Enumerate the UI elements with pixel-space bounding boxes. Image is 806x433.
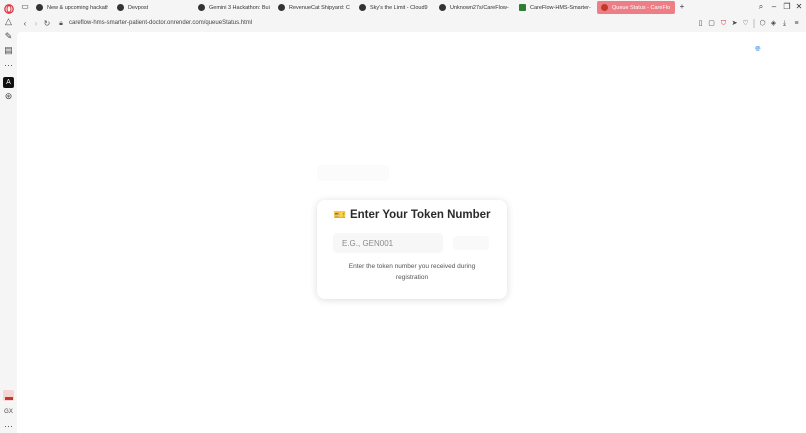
devpost-favicon-icon (359, 4, 366, 11)
careflow-favicon-icon (601, 4, 608, 11)
download-icon[interactable]: ⤓ (780, 19, 789, 28)
restore-icon[interactable]: ❐ (782, 2, 792, 12)
site-info-icon[interactable]: 🔒︎ (56, 18, 66, 29)
translate-globe-icon[interactable]: 🌐︎ (755, 46, 761, 54)
tab-revenuecat[interactable]: RevenueCat Shipyard: Cr (278, 1, 350, 14)
devpost-favicon-icon (278, 4, 285, 11)
tab-cloud9[interactable]: Sky's the Limit - Cloud9 (359, 1, 431, 14)
new-tab-icon[interactable]: + (677, 2, 687, 12)
toolbar-divider (753, 19, 755, 28)
tab-gemini-hackathon[interactable]: Gemini 3 Hackathon: Bui (198, 1, 270, 14)
faded-header-pill (317, 165, 389, 181)
ticket-icon: 🎫 (333, 210, 346, 221)
token-entry-card: 🎫Enter Your Token Number Enter the token… (317, 200, 507, 299)
heart-icon[interactable]: ♡ (741, 19, 750, 28)
paint-icon[interactable]: ✎ (3, 31, 14, 42)
browser-sidebar: △ ✎ ▤ ··· A ⊛ GX ··· (0, 0, 17, 433)
check-status-button[interactable] (453, 236, 489, 250)
token-hint: Enter the token number you received duri… (348, 263, 476, 281)
openai-icon[interactable]: ⊛ (3, 91, 14, 102)
minimize-icon[interactable]: – (769, 2, 779, 12)
tab-github-careflow[interactable]: Unknown27s/CareFlow- (439, 1, 511, 14)
card-title-text: Enter Your Token Number (349, 209, 491, 221)
devpost-favicon-icon (117, 4, 124, 11)
tab-strip: ▭ New & upcoming hackath Devpost Gemini … (17, 0, 806, 15)
menu-icon[interactable]: ≡ (792, 19, 801, 28)
browser-window: △ ✎ ▤ ··· A ⊛ GX ··· ▭ New & upcoming ha… (0, 0, 806, 433)
address-toolbar: ‹ › ↻ 🔒︎ careflow-hms-smarter-patient-do… (17, 16, 806, 31)
tab-hackathons[interactable]: New & upcoming hackath (36, 1, 108, 14)
snapshot-icon[interactable]: ▢ (707, 19, 716, 28)
tab-overview-icon[interactable]: ▭ (20, 2, 30, 12)
devpost-favicon-icon (36, 4, 43, 11)
app-a-icon[interactable]: A (3, 77, 14, 88)
reload-icon[interactable]: ↻ (42, 18, 52, 29)
card-title: 🎫 Enter Your Token Number (317, 209, 507, 221)
profile-icon[interactable] (3, 390, 14, 401)
adblock-shield-icon[interactable]: ⛉ (719, 19, 728, 28)
sidebar-more-icon[interactable]: ··· (3, 421, 14, 432)
sidebar-gx-label[interactable]: GX (0, 409, 17, 415)
back-icon[interactable]: ‹ (20, 18, 30, 29)
address-bar[interactable]: careflow-hms-smarter-patient-doctor.onre… (69, 18, 252, 29)
tab-devpost[interactable]: Devpost (117, 1, 187, 14)
wallet-icon[interactable]: ◈ (769, 19, 778, 28)
search-tabs-icon[interactable]: ⌕ (756, 2, 766, 12)
bookmark-icon[interactable]: ▯ (696, 19, 705, 28)
token-input[interactable] (333, 233, 443, 253)
close-icon[interactable]: ✕ (794, 2, 804, 12)
send-icon[interactable]: ➤ (730, 19, 739, 28)
extensions-icon[interactable]: ⬡ (758, 19, 767, 28)
page-viewport: 🌐︎ 🎫Enter Your Token Number Enter the to… (17, 32, 806, 433)
tab-queue-status[interactable]: Queue Status - CareFlo (597, 1, 675, 14)
opera-logo-icon[interactable] (3, 3, 14, 14)
aria-icon[interactable]: △ (3, 16, 14, 27)
devpost-favicon-icon (198, 4, 205, 11)
chat-icon[interactable]: ▤ (3, 45, 14, 56)
render-favicon-icon (519, 4, 526, 11)
github-favicon-icon (439, 4, 446, 11)
more-icon[interactable]: ··· (3, 60, 14, 71)
tab-careflow-render[interactable]: CareFlow-HMS-Smarter- (519, 1, 591, 14)
forward-icon[interactable]: › (31, 18, 41, 29)
